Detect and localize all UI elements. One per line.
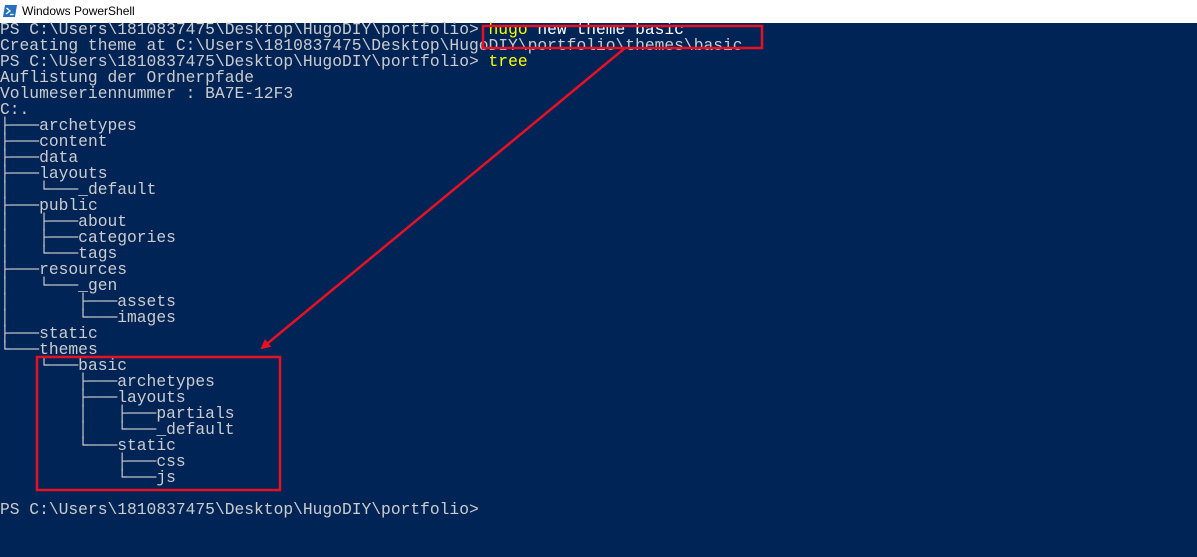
folder-name: images bbox=[117, 308, 176, 327]
command-name: tree bbox=[488, 52, 528, 71]
output-volume: Volumeseriennummer : BA7E-12F3 bbox=[0, 84, 294, 103]
tree-item: └───js bbox=[0, 468, 176, 487]
powershell-icon bbox=[3, 5, 17, 17]
console-output[interactable]: PS C:\Users\1810837475\Desktop\HugoDIY\p… bbox=[0, 21, 1180, 557]
final-prompt: PS C:\Users\1810837475\Desktop\HugoDIY\p… bbox=[0, 500, 479, 519]
tree-branch: └─── bbox=[0, 468, 157, 487]
folder-name: js bbox=[156, 468, 176, 487]
window-title: Windows PowerShell bbox=[22, 4, 135, 18]
scrollbar[interactable] bbox=[1181, 23, 1197, 557]
